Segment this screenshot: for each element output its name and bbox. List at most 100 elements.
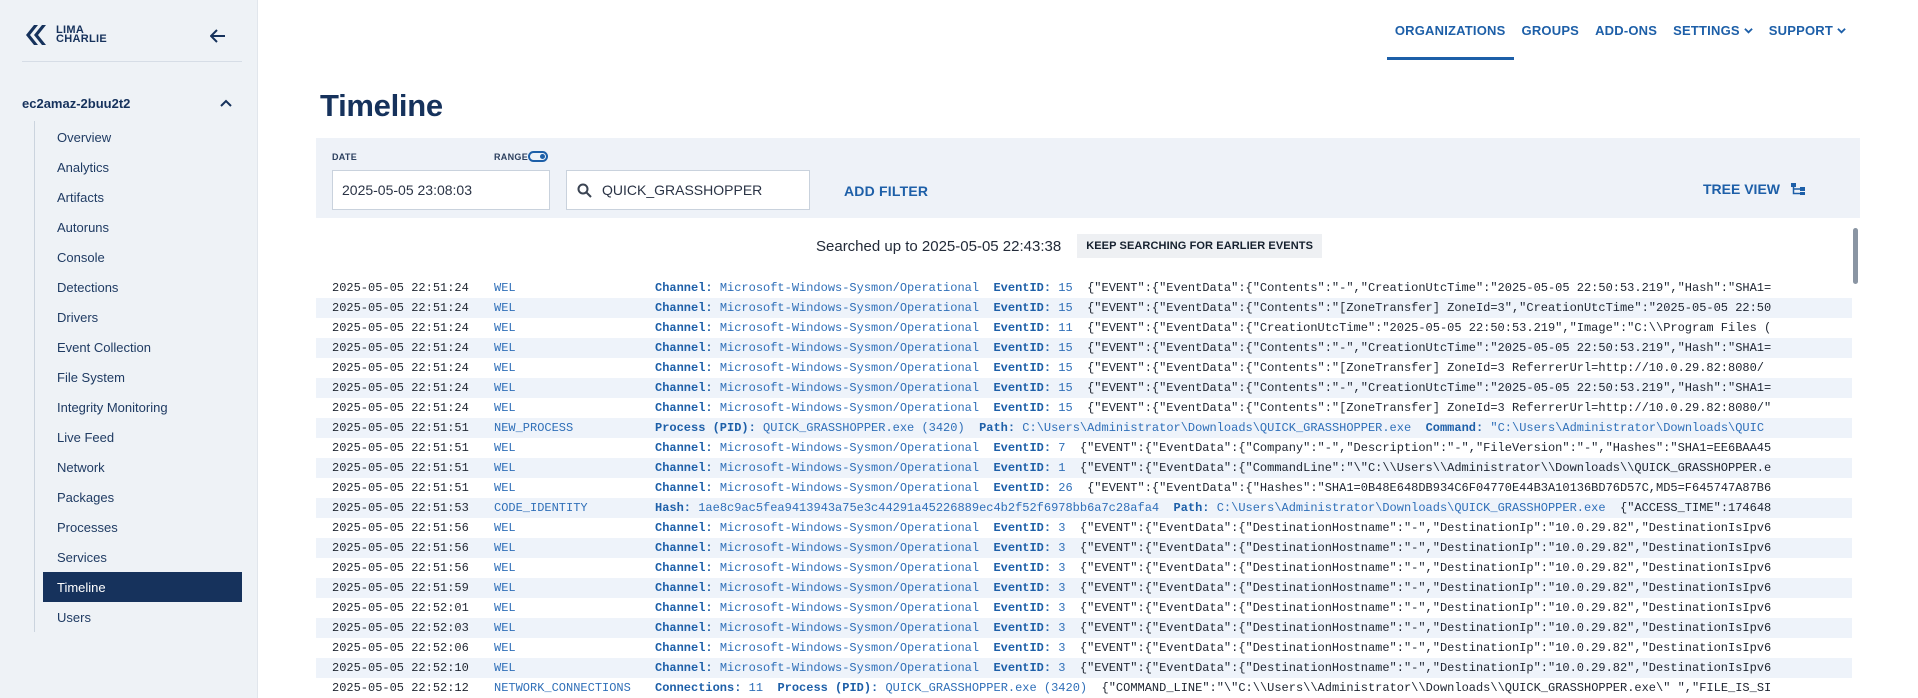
event-type: NETWORK_CONNECTIONS: [494, 681, 631, 695]
topnav-organizations[interactable]: ORGANIZATIONS: [1386, 0, 1514, 60]
scrollbar-thumb[interactable]: [1853, 228, 1858, 284]
event-field-value: 7: [1058, 441, 1066, 455]
topnav-support[interactable]: SUPPORT: [1761, 0, 1854, 60]
event-row[interactable]: 2025-05-05 22:52:03 WEL Channel: Microsoft…: [316, 618, 1852, 638]
event-type: WEL: [494, 541, 516, 555]
topnav-settings[interactable]: SETTINGS: [1665, 0, 1761, 60]
event-field-key: Channel:: [655, 381, 713, 395]
event-field-key: EventID:: [993, 401, 1052, 415]
chevron-up-icon: [220, 99, 232, 107]
event-field-key: Channel:: [655, 461, 713, 475]
event-detail: Channel: Microsoft-Windows-Sysmon/Operat…: [655, 301, 1771, 315]
event-field-key: EventID:: [993, 301, 1052, 315]
tree-view-label: TREE VIEW: [1702, 181, 1780, 197]
brand-logo[interactable]: LIMA CHARLIE: [24, 20, 107, 50]
event-row[interactable]: 2025-05-05 22:51:51 NEW_PROCESS Process (P…: [316, 418, 1852, 438]
event-row[interactable]: 2025-05-05 22:51:24 WEL Channel: Microsoft…: [316, 338, 1852, 358]
sidebar-item-drivers[interactable]: Drivers: [43, 302, 242, 332]
page-title: Timeline: [320, 88, 443, 123]
range-toggle[interactable]: [528, 151, 548, 162]
add-filter-button[interactable]: ADD FILTER: [844, 183, 928, 199]
topnav-groups[interactable]: GROUPS: [1514, 0, 1588, 60]
event-type: WEL: [494, 441, 516, 455]
sidebar-item-timeline[interactable]: Timeline: [43, 572, 242, 602]
sidebar-item-network[interactable]: Network: [43, 452, 242, 482]
event-field-value: Microsoft-Windows-Sysmon/Operational: [719, 481, 980, 495]
topnav-addons[interactable]: ADD-ONS: [1587, 0, 1665, 60]
event-row[interactable]: 2025-05-05 22:51:53 CODE_IDENTITY Hash: 1a…: [316, 498, 1852, 518]
event-detail: Channel: Microsoft-Windows-Sysmon/Operat…: [655, 341, 1771, 355]
sidebar-item-file-system[interactable]: File System: [43, 362, 242, 392]
event-row[interactable]: 2025-05-05 22:51:24 WEL Channel: Microsoft…: [316, 278, 1852, 298]
sidebar-item-processes[interactable]: Processes: [43, 512, 242, 542]
tree-view-button[interactable]: TREE VIEW: [1703, 181, 1806, 197]
collapse-sidebar-button[interactable]: [206, 24, 230, 48]
event-row[interactable]: 2025-05-05 22:51:51 WEL Channel: Microsoft…: [316, 438, 1852, 458]
event-field-key: Process (PID):: [655, 421, 756, 435]
date-input[interactable]: 2025-05-05 23:08:03: [332, 170, 550, 210]
event-row[interactable]: 2025-05-05 22:52:10 WEL Channel: Microsoft…: [316, 658, 1852, 678]
searched-up-to-text: Searched up to 2025-05-05 22:43:38: [816, 237, 1062, 255]
event-time: 2025-05-05 22:51:56: [332, 521, 469, 535]
event-field-value: QUICK_GRASSHOPPER.exe (3420): [763, 421, 965, 435]
event-field-key: Channel:: [655, 601, 713, 615]
event-row[interactable]: 2025-05-05 22:51:24 WEL Channel: Microsoft…: [316, 298, 1852, 318]
event-field-value: QUICK_GRASSHOPPER.exe (3420): [885, 681, 1088, 695]
event-row[interactable]: 2025-05-05 22:51:56 WEL Channel: Microsoft…: [316, 518, 1852, 538]
sidebar-item-integrity-monitoring[interactable]: Integrity Monitoring: [43, 392, 242, 422]
event-field-value: Microsoft-Windows-Sysmon/Operational: [719, 301, 980, 315]
event-row[interactable]: 2025-05-05 22:52:01 WEL Channel: Microsoft…: [316, 598, 1852, 618]
sidebar-item-live-feed[interactable]: Live Feed: [43, 422, 242, 452]
event-row[interactable]: 2025-05-05 22:51:24 WEL Channel: Microsoft…: [316, 318, 1852, 338]
event-list: 2025-05-05 22:51:24 WEL Channel: Microsoft…: [316, 278, 1852, 698]
sidebar-item-services[interactable]: Services: [43, 542, 242, 572]
sidebar-item-users[interactable]: Users: [43, 602, 242, 632]
event-field-value: 3: [1058, 621, 1066, 635]
sidebar-item-event-collection[interactable]: Event Collection: [43, 332, 242, 362]
event-json: {"EVENT":{"EventData":{"Contents":"-","C…: [1087, 341, 1772, 355]
keep-searching-button[interactable]: KEEP SEARCHING FOR EARLIER EVENTS: [1077, 234, 1322, 258]
event-row[interactable]: 2025-05-05 22:51:51 WEL Channel: Microsoft…: [316, 478, 1852, 498]
search-input-value: QUICK_GRASSHOPPER: [602, 182, 763, 198]
sidebar-item-packages[interactable]: Packages: [43, 482, 242, 512]
event-type: WEL: [494, 321, 516, 335]
event-row[interactable]: 2025-05-05 22:51:59 WEL Channel: Microsoft…: [316, 578, 1852, 598]
event-field-key: EventID:: [993, 621, 1052, 635]
event-field-key: Channel:: [655, 281, 713, 295]
event-row[interactable]: 2025-05-05 22:52:06 WEL Channel: Microsoft…: [316, 638, 1852, 658]
event-field-key: Hash:: [655, 501, 692, 515]
event-type: WEL: [494, 281, 516, 295]
event-row[interactable]: 2025-05-05 22:51:56 WEL Channel: Microsoft…: [316, 538, 1852, 558]
event-detail: Channel: Microsoft-Windows-Sysmon/Operat…: [655, 581, 1771, 595]
event-json: {"EVENT":{"EventData":{"CommandLine":"\"…: [1079, 461, 1772, 475]
event-type: WEL: [494, 661, 516, 675]
event-row[interactable]: 2025-05-05 22:51:24 WEL Channel: Microsoft…: [316, 378, 1852, 398]
sidebar-item-artifacts[interactable]: Artifacts: [43, 182, 242, 212]
event-field-value: 3: [1058, 641, 1066, 655]
sidebar-item-overview[interactable]: Overview: [43, 122, 242, 152]
event-row[interactable]: 2025-05-05 22:52:12 NETWORK_CONNECTIONS Co…: [316, 678, 1852, 698]
arrow-left-icon: [210, 29, 225, 43]
event-field-value: 11: [748, 681, 764, 695]
sidebar-item-analytics[interactable]: Analytics: [43, 152, 242, 182]
event-detail: Channel: Microsoft-Windows-Sysmon/Operat…: [655, 661, 1771, 675]
event-row[interactable]: 2025-05-05 22:51:56 WEL Channel: Microsoft…: [316, 558, 1852, 578]
search-input[interactable]: QUICK_GRASSHOPPER: [566, 170, 810, 210]
sidebar-item-detections[interactable]: Detections: [43, 272, 242, 302]
event-json: {"COMMAND_LINE":"\"C:\\Users\\Administra…: [1101, 681, 1772, 695]
sidebar-item-autoruns[interactable]: Autoruns: [43, 212, 242, 242]
event-type: WEL: [494, 361, 516, 375]
event-row[interactable]: 2025-05-05 22:51:24 WEL Channel: Microsoft…: [316, 398, 1852, 418]
event-field-value: 15: [1058, 341, 1073, 355]
event-row[interactable]: 2025-05-05 22:51:24 WEL Channel: Microsoft…: [316, 358, 1852, 378]
org-selector[interactable]: ec2amaz-2buu2t2: [22, 92, 232, 114]
event-row[interactable]: 2025-05-05 22:51:51 WEL Channel: Microsoft…: [316, 458, 1852, 478]
event-field-value: 3: [1058, 581, 1066, 595]
event-detail: Channel: Microsoft-Windows-Sysmon/Operat…: [655, 321, 1771, 335]
event-field-value: 15: [1058, 361, 1073, 375]
sidebar-divider: [22, 61, 242, 62]
topnav-groups-label: GROUPS: [1521, 22, 1580, 38]
event-field-value: 1: [1058, 461, 1066, 475]
event-time: 2025-05-05 22:52:10: [332, 661, 469, 675]
sidebar-item-console[interactable]: Console: [43, 242, 242, 272]
